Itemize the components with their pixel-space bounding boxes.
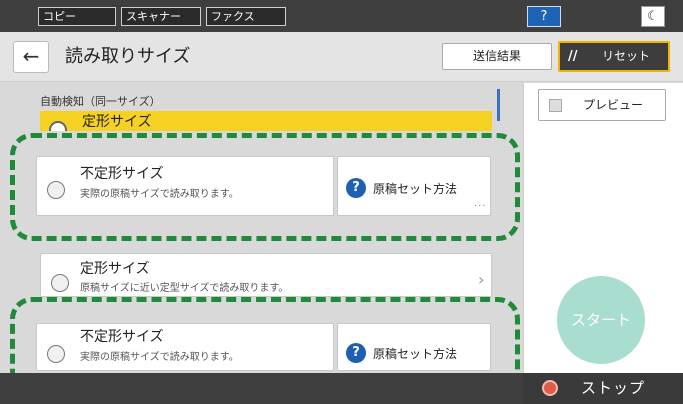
back-arrow-icon[interactable]: ← (13, 41, 49, 73)
size-option-list: 自動検知（同一サイズ） 定形サイズ 不定形サイズ 実際の原稿サイズで読み取ります… (0, 83, 522, 404)
dashed-callout-highlight (10, 133, 520, 241)
reset-button[interactable]: // リセット (558, 41, 670, 72)
moon-icon[interactable]: ☾ (641, 6, 665, 27)
reset-label: リセット (602, 49, 651, 63)
preview-label: プレビュー (583, 98, 644, 112)
help-button[interactable]: ? (527, 6, 561, 27)
right-panel: プレビュー スタート (523, 83, 683, 373)
tab-fax[interactable]: ファクス (206, 7, 286, 26)
page-title: 読み取りサイズ (65, 46, 191, 67)
tab-scanner[interactable]: スキャナー (121, 7, 201, 26)
stop-label: ストップ (581, 379, 646, 397)
stop-icon (542, 380, 558, 396)
start-button[interactable]: スタート (557, 276, 645, 364)
checkbox-icon (549, 99, 562, 112)
list-item-label: 定形サイズ (82, 114, 152, 130)
stop-button[interactable]: ストップ (523, 373, 683, 404)
header: ← 読み取りサイズ 送信結果 // リセット (0, 32, 683, 82)
chevron-right-icon: › (478, 270, 485, 289)
option-description: 原稿サイズに近い定型サイズで読み取ります。 (80, 283, 289, 294)
tab-copy[interactable]: コピー (38, 7, 116, 26)
radio-icon (49, 121, 67, 131)
send-result-button[interactable]: 送信結果 (442, 43, 552, 70)
preview-button[interactable]: プレビュー (538, 89, 666, 121)
radio-icon (51, 274, 69, 292)
section-label: 自動検知（同一サイズ） (40, 95, 161, 108)
scrollbar[interactable] (497, 89, 500, 121)
app-tab-bar: コピー スキャナー ファクス ? ☾ (0, 0, 683, 32)
reset-icon: // (568, 49, 578, 64)
list-item-highlighted[interactable]: 定形サイズ (40, 111, 492, 131)
option-standard-size[interactable]: 定形サイズ 原稿サイズに近い定型サイズで読み取ります。 › (40, 253, 492, 297)
option-title: 定形サイズ (80, 261, 150, 277)
